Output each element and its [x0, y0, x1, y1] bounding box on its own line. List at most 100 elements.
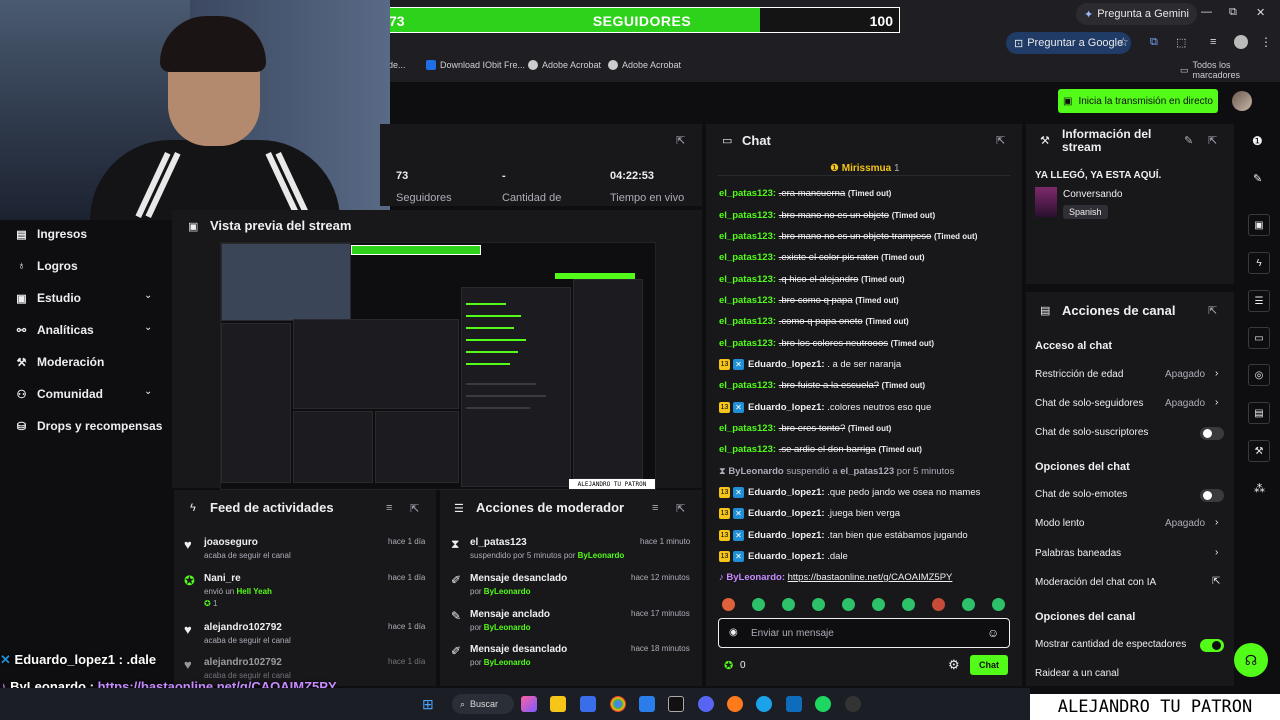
category-thumbnail[interactable] — [1035, 187, 1057, 217]
filter-icon[interactable]: ≡ — [386, 502, 392, 514]
chat-message[interactable]: 13 ✕ Eduardo_lopez1: . a de ser naranja — [719, 359, 901, 370]
start-live-button[interactable]: ▣ Inicia la transmisión en directo — [1058, 89, 1218, 113]
queue-icon[interactable]: ≡ — [1210, 36, 1216, 48]
emote-icon[interactable] — [812, 598, 825, 611]
chevron-right-icon[interactable]: › — [1215, 517, 1218, 528]
sidebar-item-moderacion[interactable]: ⚒ Moderación — [16, 355, 105, 369]
gemini-button[interactable]: ✦ Pregunta a Gemini — [1076, 3, 1197, 25]
popout-icon[interactable]: ⇱ — [1208, 134, 1217, 147]
category-name[interactable]: Conversando — [1063, 189, 1122, 200]
bookmark-3[interactable]: Adobe Acrobat — [528, 60, 601, 70]
chat-message[interactable]: ♪ ByLeonardo: https://bastaonline.net/g/… — [719, 572, 952, 583]
help-headset-icon[interactable]: ☊ — [1234, 643, 1268, 677]
emote-icon[interactable] — [992, 598, 1005, 611]
sidebar-item-ingresos[interactable]: ▤ Ingresos — [16, 227, 87, 241]
emote-icon[interactable] — [782, 598, 795, 611]
chat-message[interactable]: 13 ✕ Eduardo_lopez1: .juega bien verga — [719, 508, 900, 519]
sidebar-item-estudio[interactable]: ▣ Estudio — [16, 291, 81, 305]
apps-icon[interactable]: ⁂ — [1254, 482, 1265, 495]
filter-icon[interactable]: ≡ — [652, 502, 658, 514]
chat-message[interactable]: el_patas123: .bro fuiste a la escuela? (… — [719, 380, 925, 391]
popout-icon[interactable]: ⇱ — [1208, 304, 1217, 317]
discord-icon[interactable] — [698, 696, 714, 712]
emote-icon[interactable] — [842, 598, 855, 611]
ai-moderation-label[interactable]: Moderación del chat con IA — [1035, 577, 1156, 588]
minimize-button[interactable]: — — [1201, 6, 1212, 18]
stream-preview-video[interactable]: ALEJANDRO TU PATRON — [220, 242, 656, 490]
windows-start-icon[interactable]: ⊞ — [422, 696, 434, 713]
chat-message[interactable]: el_patas123: .como q papa oneto (Timed o… — [719, 316, 909, 327]
emote-icon[interactable] — [962, 598, 975, 611]
chat-link[interactable]: https://bastaonline.net/g/CAOAIMZ5PY — [788, 572, 953, 583]
pinned-user[interactable]: ❶ Mirissmua 1 — [830, 163, 900, 174]
banned-words-label[interactable]: Palabras baneadas — [1035, 548, 1121, 559]
chevron-right-icon[interactable]: › — [1215, 397, 1218, 408]
firefox-icon[interactable] — [727, 696, 743, 712]
emoji-icon[interactable]: ☺ — [987, 626, 999, 640]
send-chat-button[interactable]: Chat — [970, 655, 1008, 675]
bookmark-4[interactable]: Adobe Acrobat — [608, 60, 681, 70]
emote-icon[interactable] — [902, 598, 915, 611]
rail-bolt-icon[interactable]: ϟ — [1248, 252, 1270, 274]
popout-icon[interactable]: ⇱ — [676, 502, 685, 515]
bookmark-1[interactable]: de... — [388, 60, 406, 70]
chat-message[interactable]: el_patas123: .se ardio el don barriga (T… — [719, 444, 922, 455]
mail-icon[interactable] — [639, 696, 655, 712]
chevron-right-icon[interactable]: › — [1215, 547, 1218, 558]
bookmark-2[interactable]: Download IObit Fre... — [426, 60, 525, 70]
rail-channel-icon[interactable]: ▤ — [1248, 402, 1270, 424]
chat-message[interactable]: el_patas123: .bro como q papa (Timed out… — [719, 295, 899, 306]
chevron-down-icon[interactable]: ⌄ — [144, 322, 152, 333]
info-icon[interactable]: ❶ — [1252, 134, 1263, 148]
followers-only-value[interactable]: Apagado — [1165, 398, 1205, 409]
subs-only-toggle[interactable] — [1200, 427, 1224, 440]
sidebar-item-analiticas[interactable]: ⚯ Analíticas — [16, 323, 94, 337]
raid-label[interactable]: Raidear a un canal — [1035, 668, 1119, 679]
chat-message[interactable]: 13 ✕ Eduardo_lopez1: .dale — [719, 551, 848, 562]
close-window-button[interactable]: ✕ — [1256, 6, 1265, 19]
kick-points-icon[interactable]: ✪ — [724, 659, 733, 672]
emote-icon[interactable] — [752, 598, 765, 611]
chat-message[interactable]: 13 ✕ Eduardo_lopez1: .tan bien que estábam… — [719, 530, 968, 541]
popout-icon[interactable]: ⇱ — [996, 134, 1005, 147]
extensions-icon[interactable]: ⬚ — [1176, 36, 1186, 49]
age-restriction-value[interactable]: Apagado — [1165, 369, 1205, 380]
gear-icon[interactable]: ⚙ — [948, 657, 960, 673]
copilot-icon[interactable] — [521, 696, 537, 712]
chat-input[interactable]: ◉ Enviar un mensaje ☺ — [718, 618, 1010, 648]
slow-mode-value[interactable]: Apagado — [1165, 518, 1205, 529]
pencil-icon[interactable]: ✎ — [1253, 172, 1262, 185]
popout-icon[interactable]: ⇱ — [410, 502, 419, 515]
file-explorer-icon[interactable] — [550, 696, 566, 712]
rail-broadcast-icon[interactable]: ◎ — [1248, 364, 1270, 386]
emote-icon[interactable] — [872, 598, 885, 611]
star-icon[interactable]: ☆ — [1118, 35, 1129, 49]
popout-icon[interactable]: ⇱ — [676, 134, 685, 147]
sidebar-item-logros[interactable]: ♁ Logros — [16, 259, 77, 273]
store-icon[interactable] — [580, 696, 596, 712]
avatar[interactable] — [1232, 91, 1252, 111]
emotes-only-toggle[interactable] — [1200, 489, 1224, 502]
chat-message[interactable]: el_patas123: .q hico el alejandro (Timed… — [719, 274, 904, 285]
chat-message[interactable]: el_patas123: .bro eres tonto? (Timed out… — [719, 423, 891, 434]
chat-message[interactable]: el_patas123: .bro los colores neutrooos … — [719, 338, 934, 349]
chevron-down-icon[interactable]: ⌄ — [144, 386, 152, 397]
chrome-icon[interactable] — [610, 696, 626, 712]
ask-google-button[interactable]: ⊡ Preguntar a Google — [1006, 32, 1132, 54]
rail-preview-icon[interactable]: ▣ — [1248, 214, 1270, 236]
emote-icon[interactable] — [722, 598, 735, 611]
chat-message[interactable]: 13 ✕ Eduardo_lopez1: .que pedo jando we os… — [719, 487, 980, 498]
edit-icon[interactable]: ✎ — [1184, 134, 1193, 147]
chat-message[interactable]: el_patas123: .bro mano no es un objeto (… — [719, 210, 935, 221]
external-link-icon[interactable]: ⇱ — [1212, 576, 1220, 587]
sidebar-item-comunidad[interactable]: ⚇ Comunidad — [16, 387, 103, 401]
translate-icon[interactable]: ⧉ — [1150, 36, 1158, 49]
chevron-right-icon[interactable]: › — [1215, 368, 1218, 379]
terminal-icon[interactable] — [786, 696, 802, 712]
chat-message[interactable]: el_patas123: .bro mano no es un objeto t… — [719, 231, 977, 242]
obs-icon[interactable] — [845, 696, 861, 712]
chat-message[interactable]: el_patas123: .existe el color pis raton … — [719, 252, 925, 263]
chat-message[interactable]: el_patas123: .era mancuerna (Timed out) — [719, 188, 891, 199]
all-bookmarks[interactable]: ▭ Todos los marcadores — [1180, 60, 1280, 80]
epic-games-icon[interactable] — [668, 696, 684, 712]
